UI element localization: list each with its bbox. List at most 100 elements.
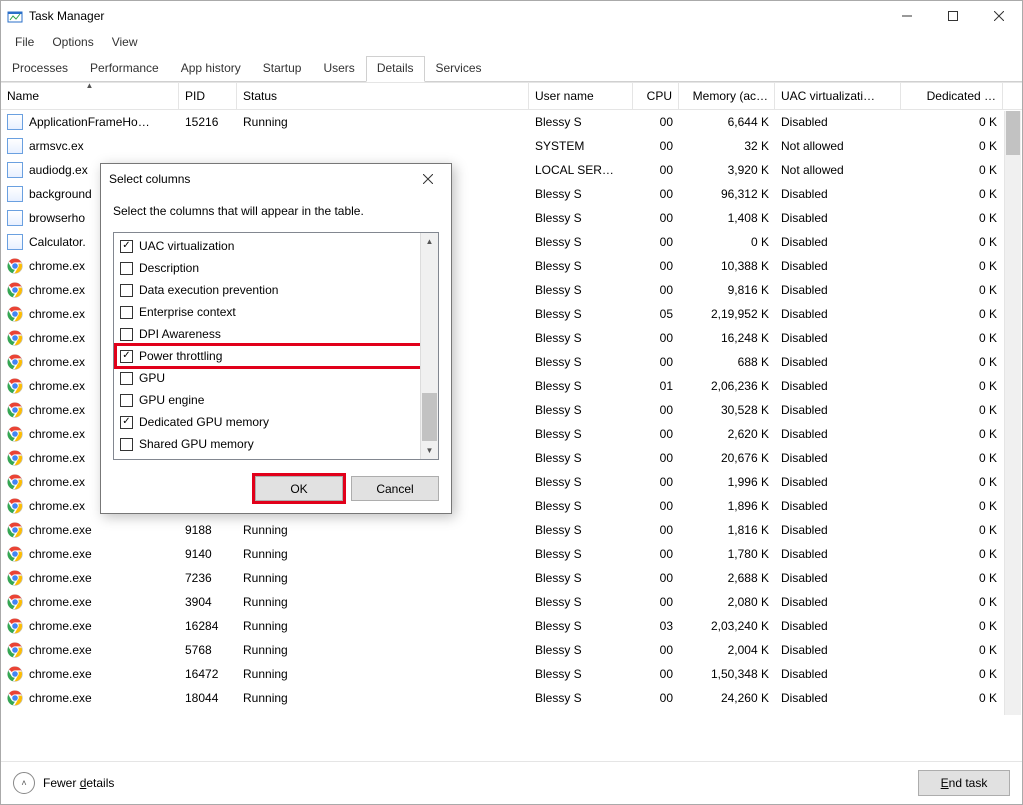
scrollbar-thumb[interactable] <box>1006 111 1020 155</box>
tab-app-history[interactable]: App history <box>170 56 252 82</box>
tab-processes[interactable]: Processes <box>1 56 79 82</box>
cell-cpu: 00 <box>633 115 679 129</box>
window-icon <box>7 234 23 250</box>
cell-cpu: 00 <box>633 547 679 561</box>
column-option[interactable]: Dedicated GPU memory <box>116 411 436 433</box>
tab-startup[interactable]: Startup <box>252 56 313 82</box>
checkbox[interactable] <box>120 350 133 363</box>
vertical-scrollbar[interactable] <box>1004 111 1021 715</box>
menu-options[interactable]: Options <box>44 33 101 51</box>
checkbox[interactable] <box>120 438 133 451</box>
chrome-icon <box>7 378 23 394</box>
column-option[interactable]: GPU <box>116 367 436 389</box>
cell-uac: Disabled <box>775 595 901 609</box>
checkbox[interactable] <box>120 394 133 407</box>
cell-gpu: 0 K <box>901 475 1003 489</box>
tab-performance[interactable]: Performance <box>79 56 170 82</box>
table-row[interactable]: chrome.exe18044RunningBlessy S0024,260 K… <box>1 686 1022 710</box>
cell-gpu: 0 K <box>901 115 1003 129</box>
end-task-button[interactable]: End task <box>918 770 1010 796</box>
column-option[interactable]: Power throttling <box>116 345 436 367</box>
column-option[interactable]: Description <box>116 257 436 279</box>
tab-details[interactable]: Details <box>366 56 425 82</box>
checkbox[interactable] <box>120 460 133 461</box>
cell-mem: 1,408 K <box>679 211 775 225</box>
cell-uac: Disabled <box>775 331 901 345</box>
col-header-mem[interactable]: Memory (ac… <box>679 83 775 109</box>
cell-uac: Disabled <box>775 451 901 465</box>
cell-gpu: 0 K <box>901 283 1003 297</box>
table-row[interactable]: armsvc.exSYSTEM0032 KNot allowed0 K <box>1 134 1022 158</box>
column-option[interactable]: Shared GPU memory <box>116 433 436 455</box>
table-row[interactable]: chrome.exe7236RunningBlessy S002,688 KDi… <box>1 566 1022 590</box>
cell-status: Running <box>237 595 529 609</box>
column-option[interactable]: Data execution prevention <box>116 279 436 301</box>
tab-services[interactable]: Services <box>425 56 493 82</box>
cell-mem: 96,312 K <box>679 187 775 201</box>
table-row[interactable]: chrome.exe9188RunningBlessy S001,816 KDi… <box>1 518 1022 542</box>
minimize-button[interactable] <box>884 1 930 31</box>
column-option[interactable]: Hardware-enforced Stack Protection <box>116 455 436 460</box>
col-header-pid[interactable]: PID <box>179 83 237 109</box>
listbox-scroll-thumb[interactable] <box>422 393 437 441</box>
col-header-user[interactable]: User name <box>529 83 633 109</box>
cell-pid: 9188 <box>179 523 237 537</box>
table-row[interactable]: chrome.exe5768RunningBlessy S002,004 KDi… <box>1 638 1022 662</box>
titlebar[interactable]: Task Manager <box>1 1 1022 31</box>
table-row[interactable]: chrome.exe9140RunningBlessy S001,780 KDi… <box>1 542 1022 566</box>
table-row[interactable]: ApplicationFrameHo…15216RunningBlessy S0… <box>1 110 1022 134</box>
checkbox[interactable] <box>120 240 133 253</box>
dialog-close-button[interactable] <box>413 164 443 194</box>
scroll-up-icon[interactable]: ▲ <box>421 233 438 250</box>
cell-mem: 1,50,348 K <box>679 667 775 681</box>
chrome-icon <box>7 666 23 682</box>
checkbox[interactable] <box>120 306 133 319</box>
cell-cpu: 00 <box>633 475 679 489</box>
cell-user: Blessy S <box>529 619 633 633</box>
checkbox[interactable] <box>120 416 133 429</box>
cell-uac: Disabled <box>775 475 901 489</box>
checkbox[interactable] <box>120 372 133 385</box>
table-row[interactable]: chrome.exe16284RunningBlessy S032,03,240… <box>1 614 1022 638</box>
checkbox[interactable] <box>120 284 133 297</box>
menu-file[interactable]: File <box>7 33 42 51</box>
cell-pid: 16472 <box>179 667 237 681</box>
checkbox[interactable] <box>120 328 133 341</box>
col-header-name[interactable]: ▲Name <box>1 83 179 109</box>
cell-cpu: 00 <box>633 595 679 609</box>
cell-gpu: 0 K <box>901 163 1003 177</box>
cell-user: Blessy S <box>529 307 633 321</box>
cell-cpu: 00 <box>633 283 679 297</box>
cell-gpu: 0 K <box>901 643 1003 657</box>
col-header-status[interactable]: Status <box>237 83 529 109</box>
scroll-down-icon[interactable]: ▼ <box>421 442 438 459</box>
col-header-gpu[interactable]: Dedicated … <box>901 83 1003 109</box>
cell-gpu: 0 K <box>901 355 1003 369</box>
table-row[interactable]: chrome.exe3904RunningBlessy S002,080 KDi… <box>1 590 1022 614</box>
cell-mem: 2,004 K <box>679 643 775 657</box>
col-header-uac[interactable]: UAC virtualizati… <box>775 83 901 109</box>
cell-mem: 2,080 K <box>679 595 775 609</box>
chrome-icon <box>7 258 23 274</box>
close-button[interactable] <box>976 1 1022 31</box>
checkbox[interactable] <box>120 262 133 275</box>
fewer-details-button[interactable]: ˄ Fewer details <box>13 772 918 794</box>
maximize-button[interactable] <box>930 1 976 31</box>
menu-view[interactable]: View <box>104 33 146 51</box>
column-option[interactable]: Enterprise context <box>116 301 436 323</box>
column-option[interactable]: UAC virtualization <box>116 235 436 257</box>
cell-uac: Disabled <box>775 547 901 561</box>
col-header-cpu[interactable]: CPU <box>633 83 679 109</box>
cell-user: Blessy S <box>529 331 633 345</box>
cell-name: chrome.exe <box>1 642 179 658</box>
cell-uac: Disabled <box>775 211 901 225</box>
cancel-button[interactable]: Cancel <box>351 476 439 501</box>
column-option[interactable]: GPU engine <box>116 389 436 411</box>
listbox-scrollbar[interactable]: ▲ ▼ <box>420 233 438 459</box>
tab-users[interactable]: Users <box>312 56 365 82</box>
column-option[interactable]: DPI Awareness <box>116 323 436 345</box>
ok-button[interactable]: OK <box>255 476 343 501</box>
cell-gpu: 0 K <box>901 211 1003 225</box>
table-row[interactable]: chrome.exe16472RunningBlessy S001,50,348… <box>1 662 1022 686</box>
dialog-titlebar[interactable]: Select columns <box>101 164 451 194</box>
